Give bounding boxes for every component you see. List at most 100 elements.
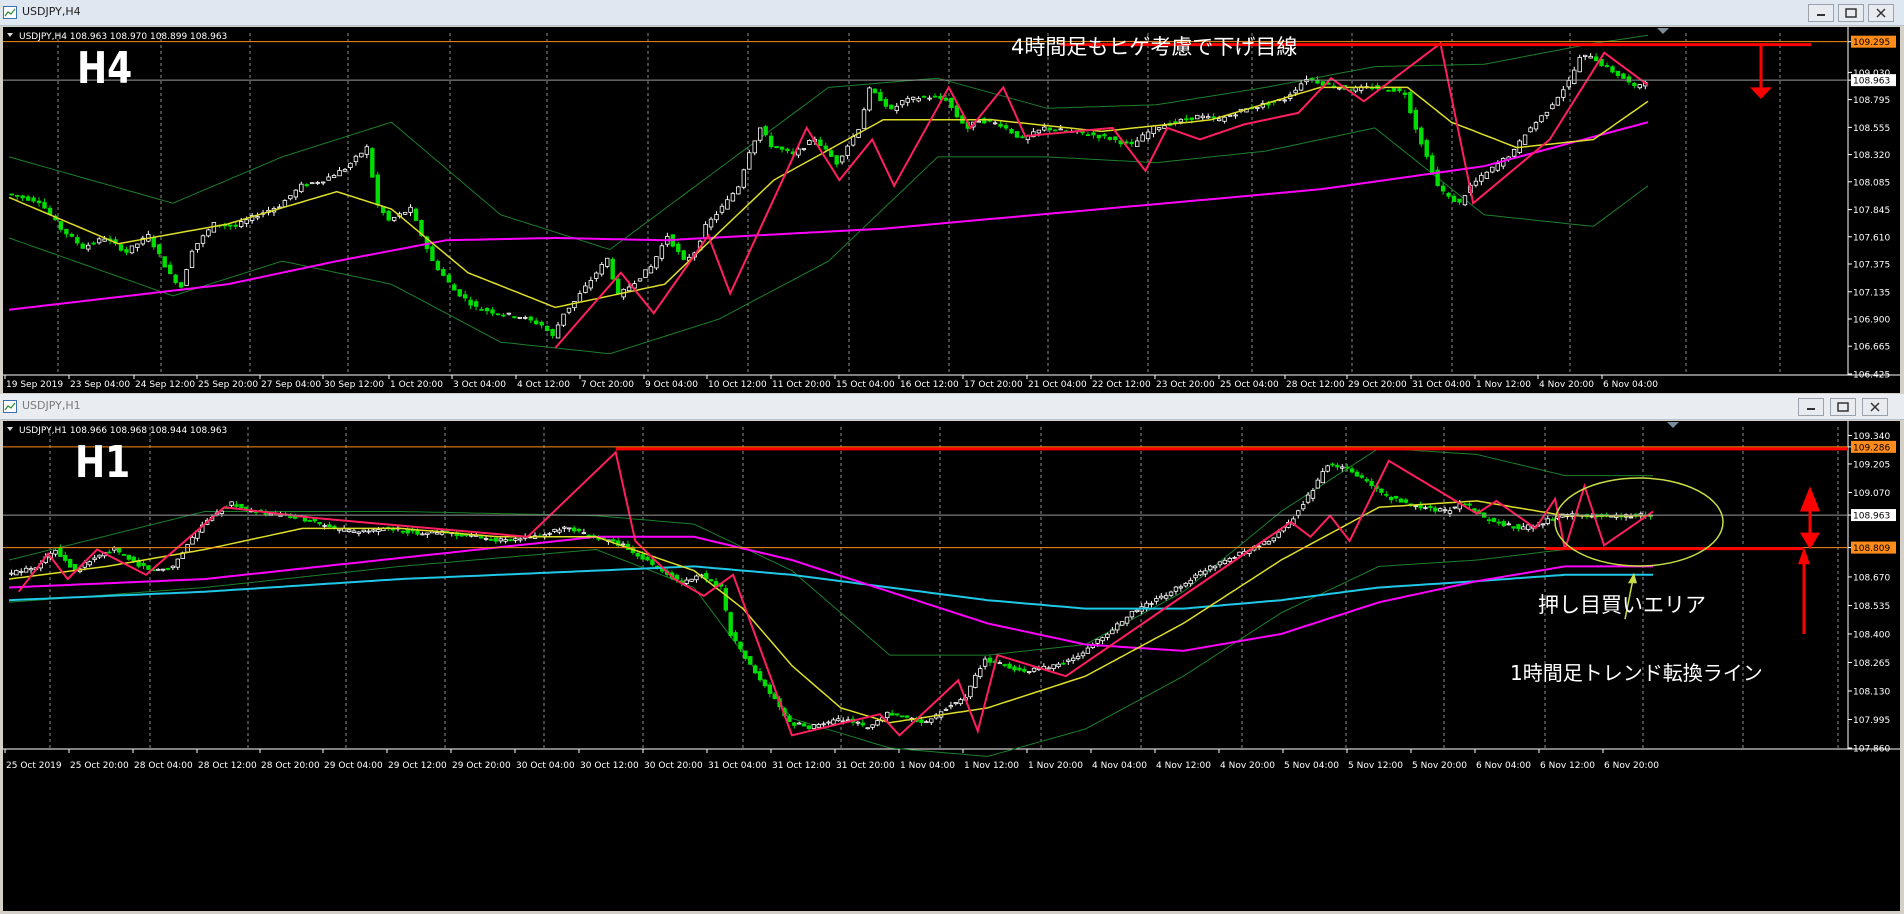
candle-body: [1095, 638, 1100, 644]
candle-body: [640, 554, 645, 560]
window-titlebar[interactable]: USDJPY,H4: [0, 0, 1904, 26]
candle-body: [1232, 557, 1237, 559]
candle-body: [973, 674, 978, 688]
chart-svg-h4[interactable]: 109.295109.030108.963108.795108.555108.3…: [3, 27, 1900, 393]
close-button[interactable]: [1862, 398, 1888, 416]
time-label: 29 Oct 12:00: [388, 761, 447, 771]
candle-body: [708, 579, 714, 582]
candle-body: [610, 258, 615, 280]
candle-body: [425, 532, 430, 535]
candle-body: [982, 658, 988, 667]
candle-body: [1189, 117, 1195, 121]
candle-body: [736, 186, 741, 195]
ma-short-line: [8, 500, 1653, 724]
chart-window-h1[interactable]: USDJPY,H1 109.340 109.286 109.205 109.070 10…: [0, 394, 1904, 914]
price-label: 109.340: [1853, 432, 1890, 442]
minimize-button[interactable]: [1808, 4, 1834, 22]
candle-body: [493, 537, 499, 542]
price-label: 109.205: [1853, 460, 1890, 470]
price-label: 107.845: [1853, 206, 1890, 216]
candle-body: [1203, 570, 1208, 575]
time-label: 22 Oct 12:00: [1092, 380, 1151, 390]
candle-body: [704, 573, 709, 580]
candle-body: [1604, 65, 1610, 67]
candle-body: [594, 272, 599, 279]
candle-body: [801, 723, 807, 727]
candle-body: [1058, 128, 1063, 131]
candle-body: [1566, 80, 1571, 88]
candle-body: [1014, 131, 1020, 138]
candle-body: [1491, 517, 1497, 523]
time-label: 30 Oct 04:00: [516, 761, 575, 771]
candle-body: [1325, 465, 1330, 472]
candle-body: [1042, 126, 1047, 131]
candle-body: [1309, 78, 1315, 81]
candle-body: [1561, 89, 1566, 98]
time-label: 5 Nov 12:00: [1348, 761, 1403, 771]
candle-body: [1522, 134, 1528, 145]
window-titlebar[interactable]: USDJPY,H1: [0, 394, 1904, 420]
chart-menu-icon[interactable]: [7, 33, 13, 37]
candle-body: [1490, 166, 1495, 173]
candle-body: [376, 529, 381, 532]
chart-area-h1[interactable]: 109.340 109.286 109.205 109.070 108.963 108.8…: [3, 421, 1900, 911]
candle-body: [831, 719, 836, 725]
time-label: 25 Oct 20:00: [70, 761, 129, 771]
candle-body: [9, 572, 14, 575]
candle-body: [1393, 495, 1399, 499]
candle-body: [337, 170, 342, 177]
close-button[interactable]: [1868, 4, 1894, 22]
chart-menu-icon[interactable]: [7, 427, 13, 431]
candle-body: [1271, 537, 1277, 542]
minimize-button[interactable]: [1798, 398, 1824, 416]
candle-body: [353, 155, 359, 163]
candle-body: [1582, 54, 1588, 57]
chart-window-h4[interactable]: USDJPY,H4 109.295 109.030 108.963 108.795 10…: [0, 0, 1904, 395]
candle-body: [1233, 114, 1238, 117]
time-label: 1 Nov 12:00: [1476, 380, 1531, 390]
candle-body: [141, 562, 146, 566]
candle-body: [725, 199, 730, 210]
candle-body: [743, 650, 748, 659]
time-label: 1 Nov 12:00: [964, 761, 1019, 771]
candle-body: [728, 612, 733, 637]
candle-body: [359, 152, 364, 158]
candle-body: [1195, 114, 1200, 120]
candle-body: [1051, 664, 1056, 669]
price-label: 109.286: [1853, 443, 1890, 453]
candle-body: [1168, 591, 1174, 596]
candle-body: [826, 721, 831, 724]
time-label: 10 Oct 12:00: [708, 380, 767, 390]
shift-marker-icon[interactable]: [1667, 422, 1679, 428]
candle-body: [1577, 56, 1582, 73]
candle-body: [483, 538, 489, 540]
shift-marker-icon[interactable]: [1657, 28, 1669, 34]
candle-body: [1105, 633, 1110, 638]
candle-body: [1384, 493, 1389, 496]
candle-body: [626, 286, 632, 292]
candle-body: [576, 528, 582, 532]
candle-body: [1002, 664, 1007, 666]
candle-body: [92, 557, 97, 561]
time-label: 1 Oct 20:00: [390, 380, 443, 390]
restore-button[interactable]: [1830, 398, 1856, 416]
candle-body: [1364, 479, 1369, 482]
candle-body: [348, 162, 353, 168]
double-arrow-up-icon: [1800, 486, 1820, 512]
candle-body: [1145, 131, 1151, 140]
candle-body: [468, 299, 473, 306]
restore-button[interactable]: [1838, 4, 1864, 22]
candle-body: [1154, 598, 1159, 602]
time-label: 25 Oct 04:00: [1220, 380, 1279, 390]
candle-body: [446, 274, 451, 283]
chart-svg-h1[interactable]: 109.340109.286 109.205 109.070 108.963 108.8…: [3, 421, 1900, 911]
candle-body: [637, 278, 643, 282]
candle-body: [80, 243, 85, 249]
candle-body: [386, 210, 391, 221]
candle-body: [288, 195, 293, 200]
candle-body: [1184, 118, 1189, 121]
candle-body: [58, 547, 63, 558]
chart-area-h4[interactable]: 109.295 109.030 108.963 108.795 108.555 108.3…: [3, 27, 1900, 393]
candle-body: [293, 189, 299, 198]
candle-body: [792, 722, 797, 726]
